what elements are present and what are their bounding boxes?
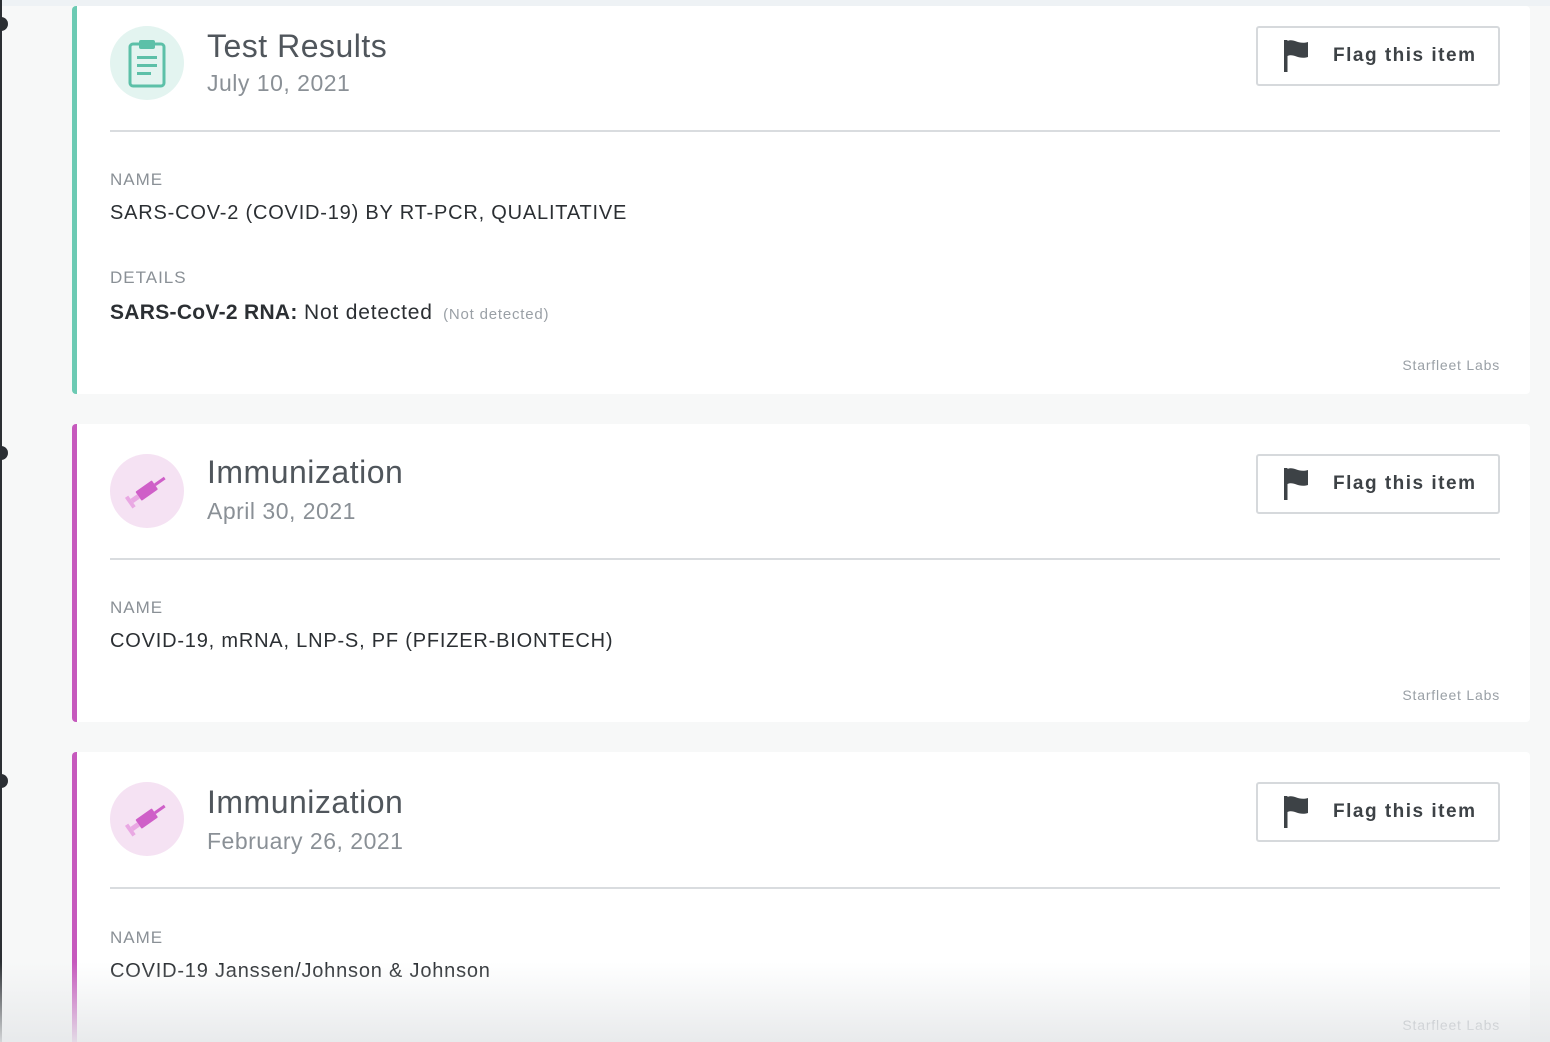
timeline-dot (0, 446, 8, 460)
name-label: NAME (110, 170, 164, 189)
syringe-icon (110, 782, 184, 856)
flag-icon (1284, 40, 1308, 72)
source-label: Starfleet Labs (1402, 357, 1500, 373)
timeline-dot (0, 17, 8, 31)
detail-value: Not detected (304, 301, 433, 324)
name-label: NAME (110, 598, 164, 617)
name-value: COVID-19, mRNA, LNP-S, PF (PFIZER-BIONTE… (110, 630, 614, 652)
timeline-line (0, 0, 2, 1042)
card-title: Immunization (207, 454, 404, 490)
card-date: July 10, 2021 (207, 70, 351, 96)
divider (110, 558, 1500, 560)
source-label: Starfleet Labs (1402, 687, 1500, 703)
card-date: February 26, 2021 (207, 828, 404, 854)
flag-button-label: Flag this item (1333, 45, 1477, 66)
flag-item-button[interactable]: Flag this item (1256, 782, 1500, 842)
details-label: DETAILS (110, 268, 187, 287)
flag-item-button[interactable]: Flag this item (1256, 26, 1500, 86)
test-results-card: Test Results July 10, 2021 Flag this ite… (72, 6, 1530, 394)
divider (110, 130, 1500, 132)
detail-row: SARS-CoV-2 RNA: Not detected (Not detect… (110, 301, 549, 325)
flag-item-button[interactable]: Flag this item (1256, 454, 1500, 514)
flag-button-label: Flag this item (1333, 473, 1477, 494)
immunization-card: Immunization February 26, 2021 Flag this… (72, 752, 1530, 1042)
timeline-dot (0, 774, 8, 788)
name-label: NAME (110, 928, 164, 947)
name-value: SARS-COV-2 (COVID-19) BY RT-PCR, QUALITA… (110, 202, 628, 224)
source-label: Starfleet Labs (1402, 1017, 1500, 1033)
card-title: Immunization (207, 784, 404, 820)
card-title: Test Results (207, 28, 388, 64)
name-value: COVID-19 Janssen/Johnson & Johnson (110, 960, 491, 982)
card-date: April 30, 2021 (207, 498, 356, 524)
syringe-icon (110, 454, 184, 528)
clipboard-icon (110, 26, 184, 100)
flag-icon (1284, 796, 1308, 828)
detail-reference: (Not detected) (443, 306, 550, 323)
flag-button-label: Flag this item (1333, 801, 1477, 822)
flag-icon (1284, 468, 1308, 500)
detail-key: SARS-CoV-2 RNA: (110, 301, 298, 324)
immunization-card: Immunization April 30, 2021 Flag this it… (72, 424, 1530, 722)
divider (110, 887, 1500, 889)
